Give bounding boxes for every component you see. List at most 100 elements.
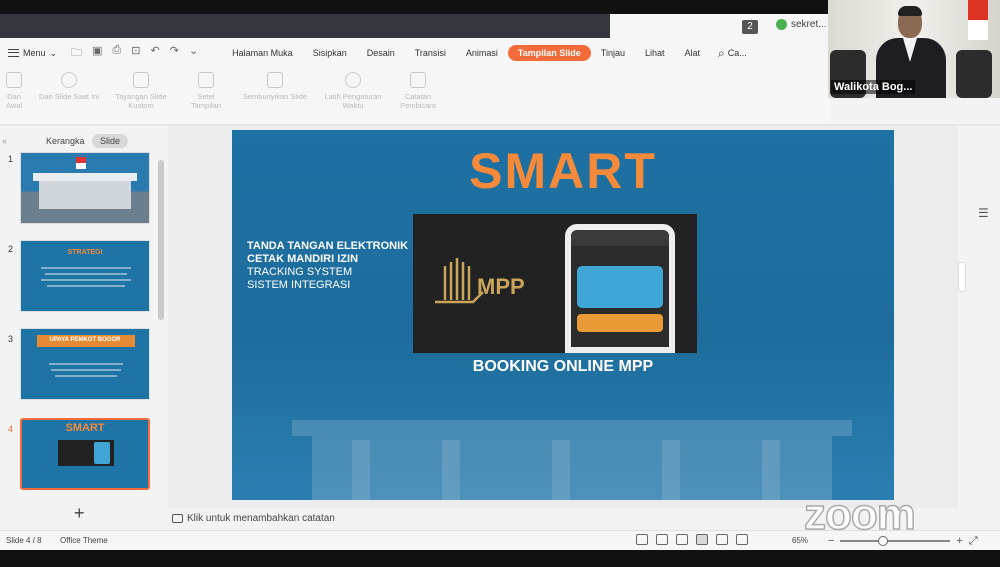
thumb-line xyxy=(49,363,123,365)
tab-desain[interactable]: Desain xyxy=(357,45,405,61)
ribbon-button-dari-slide-saat-ini[interactable]: Dari Slide Saat Ini xyxy=(34,72,104,101)
bullet-item: TANDA TANGAN ELEKTRONIK xyxy=(247,240,409,252)
menu-button[interactable]: Menu ⌄ xyxy=(8,48,57,59)
ribbon-label: Latih Pengaturan Waktu xyxy=(324,92,382,110)
ribbon-button-sembunyikan-slide[interactable]: Sembunyikan Slide xyxy=(238,72,312,101)
ribbon-button-setel-tampilan[interactable]: Setel Tampilan xyxy=(186,72,226,110)
ribbon-label: Sembunyikan Slide xyxy=(242,92,308,101)
ribbon-label: Tayangan Slide Kustom xyxy=(115,92,167,110)
search-icon: ⌕ xyxy=(718,45,725,60)
print-preview-icon[interactable]: ⊡ xyxy=(131,44,140,63)
slide-sorter-icon[interactable] xyxy=(716,534,728,545)
thumb-title: STRATEGI xyxy=(67,249,103,256)
outline-view-icon[interactable] xyxy=(676,534,688,545)
slide-pane-scrollbar[interactable] xyxy=(158,160,164,320)
ribbon-button-dari-awal[interactable]: Dari Awal xyxy=(4,72,24,110)
participant-hair xyxy=(898,6,922,16)
thumb-flag xyxy=(76,157,86,169)
tab-tampilan-slide[interactable]: Tampilan Slide xyxy=(507,45,591,61)
phone-app-bar xyxy=(571,230,669,246)
undo-icon[interactable]: ↶ xyxy=(151,44,160,63)
tab-lihat[interactable]: Lihat xyxy=(635,45,675,61)
notification-badge[interactable]: 2 xyxy=(742,20,758,34)
add-slide-button[interactable]: + xyxy=(74,503,85,524)
thumb-number: 3 xyxy=(8,334,14,344)
mpp-logo-icon: MPP xyxy=(435,258,525,304)
thumb-line xyxy=(45,273,127,275)
tab-tinjau[interactable]: Tinjau xyxy=(591,45,635,61)
tab-transisi[interactable]: Transisi xyxy=(405,45,456,61)
zoom-watermark-logo: zoom xyxy=(803,489,916,540)
open-folder-icon[interactable]: 🗀 xyxy=(71,44,82,63)
phone-screen xyxy=(571,230,669,347)
slide-thumbnail-4[interactable]: SMART xyxy=(20,418,150,490)
building-pillar xyxy=(662,440,680,500)
theme-name: Office Theme xyxy=(60,536,108,545)
ribbon-button-tayangan-slide-kustom[interactable]: Tayangan Slide Kustom xyxy=(110,72,172,110)
thumb-line xyxy=(41,267,131,269)
building-roof xyxy=(292,420,852,436)
redo-icon[interactable]: ↷ xyxy=(170,44,179,63)
participant-video[interactable]: Walikota Bog... xyxy=(828,0,1000,98)
slide-building-image xyxy=(292,410,852,500)
ribbon-icon xyxy=(6,72,22,88)
thumb-line xyxy=(47,285,125,287)
ribbon-icon xyxy=(267,72,283,88)
ribbon-button-latih-pengaturan-waktu[interactable]: Latih Pengaturan Waktu xyxy=(320,72,386,110)
thumb-building xyxy=(39,179,131,209)
save-icon[interactable]: ▣ xyxy=(92,44,102,63)
tab-sisipkan[interactable]: Sisipkan xyxy=(303,45,357,61)
thumb-phone xyxy=(94,442,110,464)
menu-bar: Menu ⌄ 🗀 ▣ ⎙ ⊡ ↶ ↷ ⌄ Halaman Muka Sisipka… xyxy=(0,38,830,68)
phone-button xyxy=(577,314,663,332)
thumb-title: UPAYA PEMKOT BOGOR xyxy=(49,337,121,343)
notes-view-icon[interactable] xyxy=(636,534,648,545)
thumb-line xyxy=(55,375,117,377)
ribbon: Dari Awal Dari Slide Saat Ini Tayangan Sli… xyxy=(0,68,830,124)
normal-view-icon[interactable] xyxy=(696,534,708,545)
slide-thumbnail-2[interactable]: STRATEGI xyxy=(20,240,150,312)
phone-mockup xyxy=(565,224,675,353)
view-buttons xyxy=(636,534,748,545)
slide-thumbnail-3[interactable]: UPAYA PEMKOT BOGOR xyxy=(20,328,150,400)
comments-icon[interactable] xyxy=(656,534,668,545)
right-sidebar xyxy=(958,126,1000,530)
tab-animasi[interactable]: Animasi xyxy=(456,45,508,61)
fit-to-window-icon[interactable]: ⤢ xyxy=(969,535,978,548)
tab-alat[interactable]: Alat xyxy=(675,45,711,61)
chevron-down-icon: ⌄ xyxy=(49,47,58,58)
tab-halaman-muka[interactable]: Halaman Muka xyxy=(222,45,303,61)
ribbon-label: Dari Awal xyxy=(5,92,23,110)
bullet-item: CETAK MANDIRI IZIN xyxy=(247,253,359,265)
ribbon-label: Dari Slide Saat Ini xyxy=(38,92,100,101)
zoom-in-icon[interactable]: + xyxy=(956,535,962,547)
tab-outline[interactable]: Kerangka xyxy=(38,134,93,148)
ribbon-label: Setel Tampilan xyxy=(190,92,221,110)
search-button[interactable]: ⌕ Ca... xyxy=(718,46,747,61)
building-body xyxy=(312,436,832,500)
slide-scrollbar[interactable] xyxy=(958,262,966,292)
screen: 2 sekret... Menu ⌄ 🗀 ▣ ⎙ ⊡ ↶ ↷ ⌄ Halaman… xyxy=(0,0,1000,567)
notes-placeholder: Klik untuk menambahkan catatan xyxy=(187,513,335,524)
bullet-item: TRACKING SYSTEM xyxy=(247,266,353,278)
hamburger-icon xyxy=(8,49,19,57)
ribbon-icon xyxy=(345,72,361,88)
properties-icon[interactable]: ☰ xyxy=(978,206,992,220)
user-account[interactable]: sekret... xyxy=(776,19,827,30)
ribbon-button-catatan-pembicara[interactable]: Catatan Pembicara xyxy=(398,72,438,110)
user-avatar-icon xyxy=(776,19,787,30)
bottom-black-bar xyxy=(0,550,1000,567)
tab-slide[interactable]: Slide xyxy=(92,134,129,148)
zoom-track[interactable] xyxy=(840,536,951,546)
building-pillar xyxy=(352,440,370,500)
slide-thumbnail-1[interactable] xyxy=(20,152,150,224)
flag-image xyxy=(968,0,988,40)
phone-card xyxy=(577,266,663,308)
slide-info: Slide 4 / 8 xyxy=(6,536,42,545)
print-icon[interactable]: ⎙ xyxy=(112,44,121,63)
collapse-pane-icon[interactable]: « xyxy=(2,136,7,146)
thumb-line xyxy=(51,369,121,371)
customize-icon[interactable]: ⌄ xyxy=(189,44,198,63)
current-slide[interactable]: SMART TANDA TANGAN ELEKTRONIK CETAK MAND… xyxy=(232,130,894,500)
reading-view-icon[interactable] xyxy=(736,534,748,545)
